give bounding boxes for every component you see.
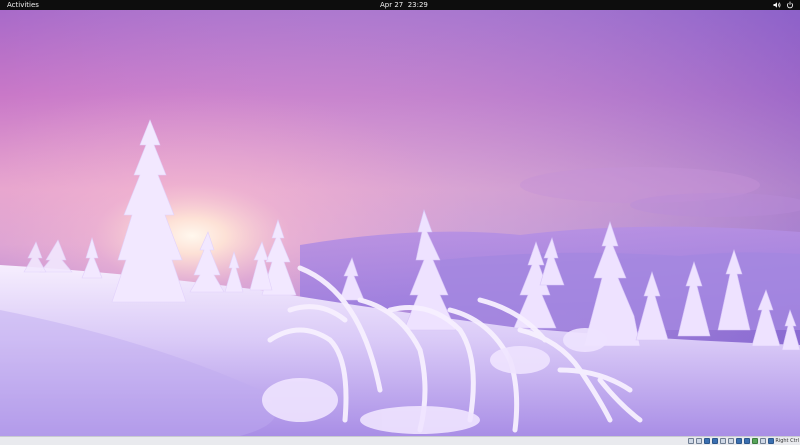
hard-disk-icon[interactable] <box>688 438 694 444</box>
network-icon[interactable] <box>712 438 718 444</box>
display-icon[interactable] <box>736 438 742 444</box>
activities-button[interactable]: Activities <box>7 0 39 10</box>
vm-status-bar: Right Ctrl <box>0 436 800 445</box>
date-time-clock[interactable]: Apr 27 23:29 <box>380 0 428 10</box>
mouse-integration-icon[interactable] <box>760 438 766 444</box>
host-key-label: Right Ctrl <box>775 438 799 444</box>
keyboard-icon[interactable] <box>768 438 774 444</box>
power-icon <box>786 1 794 9</box>
volume-icon <box>773 1 781 9</box>
optical-drive-icon[interactable] <box>696 438 702 444</box>
desktop-screen: Activities Apr 27 23:29 Right Ctrl <box>0 0 800 445</box>
video-capture-icon[interactable] <box>744 438 750 444</box>
system-menu[interactable] <box>773 1 794 9</box>
cpu-icon[interactable] <box>752 438 758 444</box>
desktop-wallpaper <box>0 10 800 436</box>
shared-folder-icon[interactable] <box>728 438 734 444</box>
top-bar: Activities Apr 27 23:29 <box>0 0 800 10</box>
audio-icon[interactable] <box>704 438 710 444</box>
status-icon-tray <box>688 438 774 444</box>
usb-icon[interactable] <box>720 438 726 444</box>
